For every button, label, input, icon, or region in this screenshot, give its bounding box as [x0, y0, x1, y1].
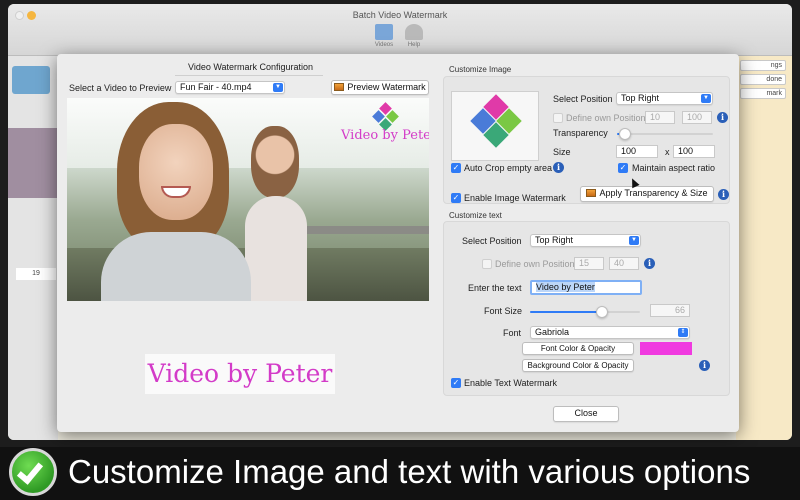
- text-define-x-field[interactable]: 15: [574, 257, 604, 270]
- chevron-down-icon: ▼: [629, 236, 639, 245]
- text-position-label: Select Position: [462, 236, 522, 246]
- apply-image-icon: [586, 189, 597, 197]
- preview-person-background: [243, 126, 313, 301]
- banner-text: Customize Image and text with various op…: [68, 453, 751, 490]
- image-thumbnail: [451, 91, 539, 161]
- font-size-slider-knob[interactable]: [596, 306, 608, 318]
- toolbar-help-button[interactable]: Help: [401, 24, 427, 48]
- chevron-down-icon: ▼: [273, 83, 283, 92]
- preview-image-icon: [334, 83, 345, 91]
- image-position-select[interactable]: Top Right ▼: [616, 92, 713, 105]
- checkmark-icon: [9, 448, 57, 496]
- video-icon: [375, 24, 393, 40]
- image-define-own-checkbox[interactable]: [553, 113, 563, 123]
- font-size-label: Font Size: [484, 306, 523, 316]
- background-left-panel: 19: [8, 56, 58, 440]
- text-define-info-icon[interactable]: i: [644, 258, 655, 269]
- chevron-updown-icon: ⇕: [678, 328, 688, 337]
- image-define-info-icon[interactable]: i: [717, 112, 728, 123]
- text-position-value: Top Right: [535, 235, 574, 245]
- dialog-title: Video Watermark Configuration: [188, 62, 314, 72]
- logo-preview-icon: [470, 94, 522, 154]
- auto-crop-label: Auto Crop empty area: [464, 163, 553, 173]
- watermark-config-dialog: Video Watermark Configuration Select a V…: [57, 54, 739, 432]
- video-preview: Video by Peter: [67, 98, 429, 301]
- size-label: Size: [553, 147, 571, 157]
- text-define-own-checkbox[interactable]: [482, 259, 492, 269]
- image-define-y-field[interactable]: 100: [682, 111, 712, 124]
- enable-text-watermark-checkbox[interactable]: ✓: [451, 378, 461, 388]
- watermark-overlay-text: Video by Peter: [341, 128, 429, 143]
- transparency-slider-knob[interactable]: [619, 128, 631, 140]
- enable-image-watermark-label: Enable Image Watermark: [464, 193, 566, 203]
- font-color-swatch[interactable]: [640, 342, 692, 355]
- background-color-button[interactable]: Background Color & Opacity: [522, 359, 634, 372]
- background-right-panel: ngs done mark: [736, 56, 792, 440]
- image-position-value: Top Right: [621, 93, 660, 103]
- preview-watermark-button[interactable]: Preview Watermark: [331, 80, 429, 95]
- auto-crop-info-icon[interactable]: i: [553, 162, 564, 173]
- background-video-thumbnail[interactable]: [8, 128, 58, 198]
- select-video-label: Select a Video to Preview: [69, 83, 172, 93]
- preview-watermark-label: Preview Watermark: [347, 82, 426, 92]
- enable-text-watermark-label: Enable Text Watermark: [464, 378, 558, 388]
- image-position-label: Select Position: [553, 94, 613, 104]
- size-x-label: x: [665, 147, 670, 157]
- chevron-down-icon: ▼: [701, 94, 711, 103]
- font-select[interactable]: Gabriola ⇕: [530, 326, 690, 339]
- window-title: Batch Video Watermark: [352, 10, 448, 20]
- watermark-logo-icon: [372, 102, 399, 131]
- text-position-select[interactable]: Top Right ▼: [530, 234, 641, 247]
- video-select[interactable]: Fun Fair - 40.mp4 ▼: [175, 81, 285, 94]
- maintain-aspect-checkbox[interactable]: ✓: [618, 163, 628, 173]
- customize-image-panel: Select Position Top Right ▼ Define own P…: [443, 76, 730, 204]
- background-number: 19: [16, 268, 56, 280]
- toolbar-help-label: Help: [407, 42, 421, 48]
- transparency-slider[interactable]: [617, 128, 713, 140]
- size-width-field[interactable]: 100: [616, 145, 658, 158]
- font-color-button[interactable]: Font Color & Opacity: [522, 342, 634, 355]
- size-height-field[interactable]: 100: [673, 145, 715, 158]
- toolbar-videos-label: Videos: [374, 42, 394, 48]
- text-sample-preview: Video by Peter: [145, 354, 335, 394]
- watermark-text-value: Video by Peter: [536, 282, 595, 292]
- background-watermark-button[interactable]: mark: [740, 88, 786, 99]
- apply-transparency-label: Apply Transparency & Size: [599, 188, 708, 198]
- font-size-slider[interactable]: [530, 306, 640, 318]
- watermark-text-input[interactable]: Video by Peter: [530, 280, 642, 295]
- font-label: Font: [503, 328, 522, 338]
- video-select-value: Fun Fair - 40.mp4: [180, 82, 252, 92]
- customize-text-panel: Select Position Top Right ▼ Define own P…: [443, 221, 730, 396]
- maintain-aspect-label: Maintain aspect ratio: [632, 163, 716, 173]
- transparency-label: Transparency: [553, 128, 608, 138]
- apply-info-icon[interactable]: i: [718, 189, 729, 200]
- font-select-value: Gabriola: [535, 327, 570, 337]
- help-person-icon: [405, 24, 423, 40]
- enable-image-watermark-checkbox[interactable]: ✓: [451, 193, 461, 203]
- background-settings-button[interactable]: ngs: [740, 60, 786, 71]
- image-define-x-field[interactable]: 10: [645, 111, 675, 124]
- preview-person-foreground: [101, 102, 251, 301]
- title-divider: [175, 75, 323, 76]
- background-done-button[interactable]: done: [740, 74, 786, 85]
- text-define-y-field[interactable]: 40: [609, 257, 639, 270]
- apply-transparency-button[interactable]: Apply Transparency & Size: [580, 186, 714, 202]
- font-size-field[interactable]: 66: [650, 304, 690, 317]
- toolbar-videos-button[interactable]: Videos: [371, 24, 397, 48]
- bg-color-info-icon[interactable]: i: [699, 360, 710, 371]
- enter-text-label: Enter the text: [468, 283, 522, 293]
- close-button[interactable]: Close: [553, 406, 619, 422]
- text-define-own-label: Define own Position: [495, 259, 575, 269]
- auto-crop-checkbox[interactable]: ✓: [451, 163, 461, 173]
- background-titlebar: Batch Video Watermark Videos Help: [8, 4, 792, 56]
- customize-image-title: Customize Image: [449, 65, 512, 74]
- customize-text-title: Customize text: [449, 211, 502, 220]
- add-folder-icon[interactable]: [12, 66, 50, 94]
- image-define-own-label: Define own Position: [566, 113, 646, 123]
